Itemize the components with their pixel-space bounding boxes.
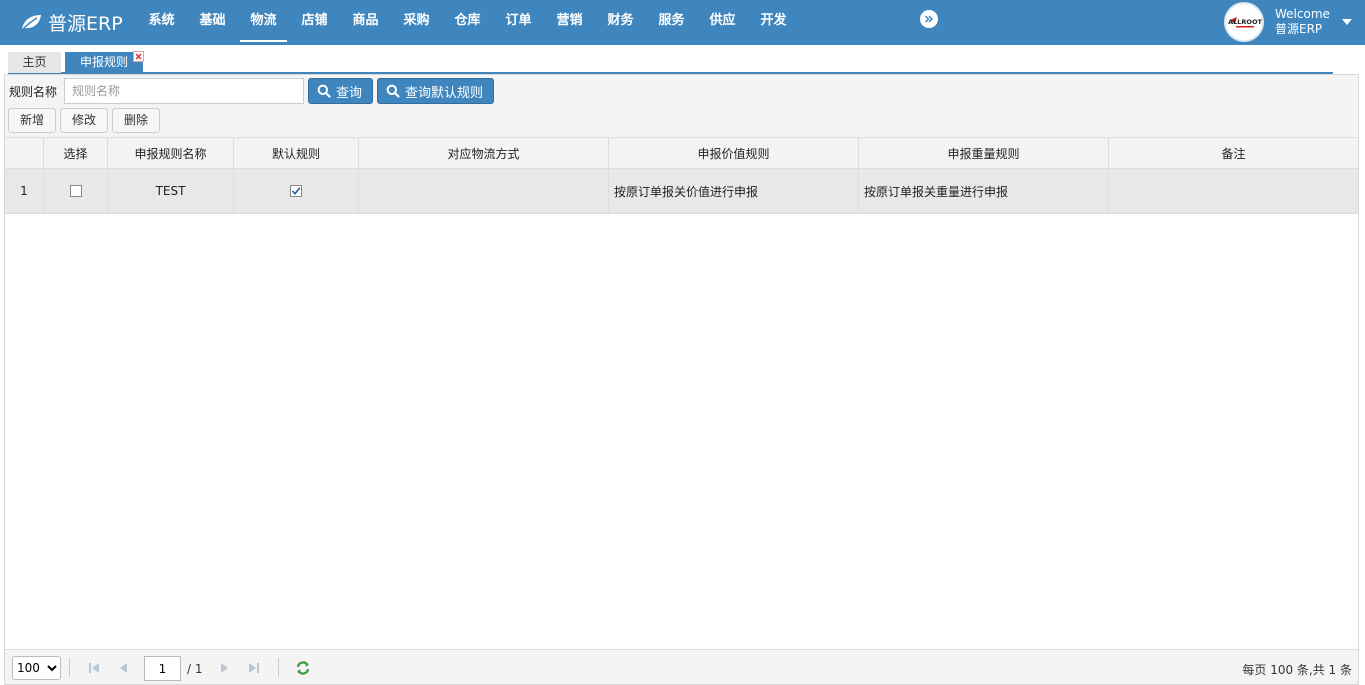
last-page-icon[interactable] xyxy=(247,661,261,675)
nav-item-10[interactable]: 服务 xyxy=(646,0,697,45)
prev-page-icon[interactable] xyxy=(117,661,131,675)
top-nav-bar: 普源ERP 系统 基础 物流 店铺 商品 采购 仓库 订单 营销 财务 服务 供应 开发 ALLROOT… xyxy=(0,0,1365,45)
refresh-icon[interactable] xyxy=(295,660,311,676)
rule-name-input[interactable] xyxy=(64,78,304,104)
query-button[interactable]: 查询 xyxy=(308,78,373,104)
nav-item-6[interactable]: 仓库 xyxy=(442,0,493,45)
tab-close-icon[interactable] xyxy=(133,51,144,62)
brand[interactable]: 普源ERP xyxy=(20,9,123,35)
expand-menu-button[interactable] xyxy=(920,10,938,28)
next-page-icon[interactable] xyxy=(217,661,231,675)
user-name: 普源ERP xyxy=(1275,22,1323,36)
table-header: 选择 申报规则名称 默认规则 对应物流方式 申报价值规则 申报重量规则 备注 xyxy=(5,138,1358,169)
delete-button[interactable]: 删除 xyxy=(112,108,160,133)
nav-item-7[interactable]: 订单 xyxy=(493,0,544,45)
page-tabs: 主页 申报规则 xyxy=(8,50,1333,74)
welcome-text: Welcome xyxy=(1275,7,1330,21)
tab-declaration-rules[interactable]: 申报规则 xyxy=(65,52,143,73)
tab-home[interactable]: 主页 xyxy=(8,52,61,73)
default-rule-checkbox[interactable] xyxy=(290,185,302,197)
nav-item-0[interactable]: 系统 xyxy=(136,0,187,45)
caret-down-icon[interactable] xyxy=(1341,19,1352,25)
leaf-logo-icon xyxy=(22,15,41,30)
edit-button[interactable]: 修改 xyxy=(60,108,108,133)
page-number-input[interactable] xyxy=(144,656,181,681)
nav-item-12[interactable]: 开发 xyxy=(748,0,799,45)
row-weight-rule: 按原订单报关重量进行申报 xyxy=(859,169,1109,213)
company-logo: ALLROOT xyxy=(1227,5,1262,39)
col-value-rule[interactable]: 申报价值规则 xyxy=(609,138,859,168)
pagination-info: 每页 100 条,共 1 条 xyxy=(1242,663,1352,677)
rule-name-label: 规则名称 xyxy=(9,85,58,99)
nav-item-5[interactable]: 采购 xyxy=(391,0,442,45)
app-name: 普源ERP xyxy=(48,12,123,35)
row-note xyxy=(1109,169,1358,213)
svg-text:ALLROOT: ALLROOT xyxy=(1228,18,1262,26)
search-icon xyxy=(317,84,331,98)
rules-table: 选择 申报规则名称 默认规则 对应物流方式 申报价值规则 申报重量规则 备注 1… xyxy=(5,137,1358,649)
query-default-rules-button[interactable]: 查询默认规则 xyxy=(377,78,494,104)
avatar: ALLROOT xyxy=(1224,2,1264,42)
row-select-checkbox[interactable] xyxy=(69,185,82,197)
double-chevron-right-icon xyxy=(924,15,934,23)
nav-item-2[interactable]: 物流 xyxy=(238,0,289,45)
checkmark-icon xyxy=(291,187,301,196)
page-size-select[interactable]: 100 xyxy=(12,656,61,680)
row-index: 1 xyxy=(5,169,44,213)
col-logistics[interactable]: 对应物流方式 xyxy=(359,138,609,168)
pagination-bar: 100 / 1 每页 100 条,共 1 条 xyxy=(5,649,1358,684)
nav-item-9[interactable]: 财务 xyxy=(595,0,646,45)
nav-item-3[interactable]: 店铺 xyxy=(289,0,340,45)
row-rule-name: TEST xyxy=(108,169,234,213)
total-pages: / 1 xyxy=(187,662,203,676)
nav-item-1[interactable]: 基础 xyxy=(187,0,238,45)
main-menu: 系统 基础 物流 店铺 商品 采购 仓库 订单 营销 财务 服务 供应 开发 xyxy=(136,0,799,45)
col-index xyxy=(5,138,44,168)
nav-item-11[interactable]: 供应 xyxy=(697,0,748,45)
table-row[interactable]: 1 TEST 按原订单报关价值进行申报 按原订单报关重量进行申报 xyxy=(5,169,1358,214)
first-page-icon[interactable] xyxy=(87,661,101,675)
row-logistics xyxy=(359,169,609,213)
col-default-rule[interactable]: 默认规则 xyxy=(234,138,359,168)
user-menu[interactable]: ALLROOT Welcome 普源ERP xyxy=(1224,2,1352,42)
row-default-cell xyxy=(234,169,359,213)
add-button[interactable]: 新增 xyxy=(8,108,56,133)
row-select-cell xyxy=(44,169,108,213)
col-note[interactable]: 备注 xyxy=(1109,138,1358,168)
col-rule-name[interactable]: 申报规则名称 xyxy=(108,138,234,168)
nav-item-8[interactable]: 营销 xyxy=(544,0,595,45)
col-weight-rule[interactable]: 申报重量规则 xyxy=(859,138,1109,168)
nav-item-4[interactable]: 商品 xyxy=(340,0,391,45)
row-value-rule: 按原订单报关价值进行申报 xyxy=(609,169,859,213)
search-icon xyxy=(386,84,400,98)
col-select[interactable]: 选择 xyxy=(44,138,108,168)
